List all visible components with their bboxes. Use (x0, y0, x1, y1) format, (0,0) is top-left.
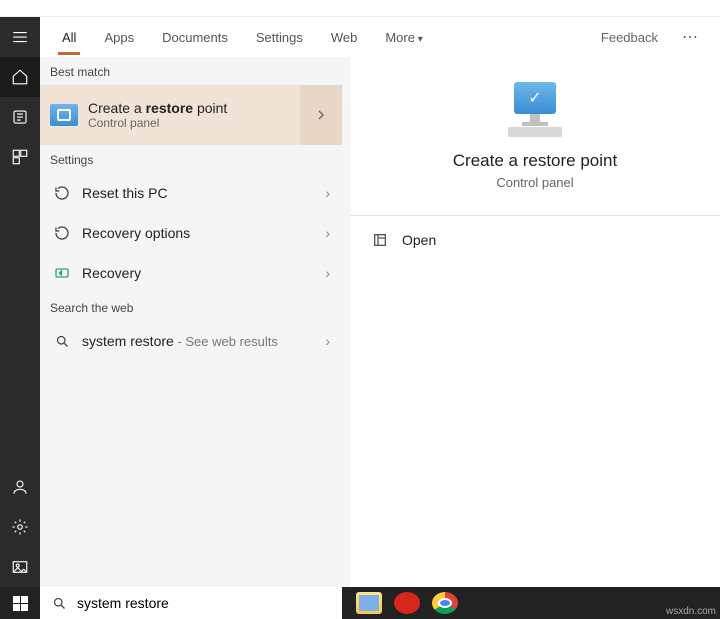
open-action[interactable]: Open (350, 216, 720, 264)
windows-logo-icon (13, 596, 28, 611)
browser-top-strip (0, 0, 720, 17)
chevron-right-icon: › (325, 265, 330, 281)
start-button[interactable] (0, 587, 40, 619)
preview-subtitle: Control panel (496, 175, 573, 190)
search-panel: All Apps Documents Settings Web More Fee… (0, 17, 720, 587)
result-recovery[interactable]: Recovery › (40, 253, 342, 293)
best-match-row: Create a restore point Control panel (40, 85, 342, 145)
recovery-icon (52, 265, 72, 281)
more-options-icon[interactable]: ⋯ (678, 27, 702, 47)
history-icon (52, 185, 72, 201)
preview-title: Create a restore point (453, 151, 617, 171)
left-rail (0, 17, 40, 587)
history-icon (52, 225, 72, 241)
expand-arrow-icon[interactable] (300, 85, 342, 145)
open-label: Open (402, 232, 436, 248)
best-match-item[interactable]: Create a restore point Control panel (40, 100, 300, 130)
result-label: system restore - See web results (82, 333, 278, 349)
result-label: Reset this PC (82, 185, 168, 201)
result-label: Recovery options (82, 225, 190, 241)
best-match-title: Create a restore point (88, 100, 227, 116)
content-area: All Apps Documents Settings Web More Fee… (40, 17, 720, 587)
tab-documents[interactable]: Documents (158, 20, 232, 55)
taskbar-search[interactable] (40, 587, 342, 619)
account-icon[interactable] (0, 467, 40, 507)
tab-settings[interactable]: Settings (252, 20, 307, 55)
chrome-taskbar-icon[interactable] (432, 592, 458, 614)
picture-icon[interactable] (0, 547, 40, 587)
taskbar (0, 587, 720, 619)
tab-more[interactable]: More (381, 20, 426, 55)
filter-tabs: All Apps Documents Settings Web More Fee… (40, 17, 720, 57)
result-label: Recovery (82, 265, 141, 281)
feedback-link[interactable]: Feedback (601, 30, 658, 45)
list-icon[interactable] (0, 97, 40, 137)
file-explorer-taskbar-icon[interactable] (356, 592, 382, 614)
tab-apps[interactable]: Apps (100, 20, 138, 55)
open-icon (372, 232, 388, 248)
section-search-web: Search the web (40, 293, 342, 321)
results-list: Best match Create a restore point Contro… (40, 57, 342, 587)
system-properties-icon (50, 104, 78, 126)
section-best-match: Best match (40, 57, 342, 85)
search-icon (52, 334, 72, 349)
chevron-right-icon: › (325, 333, 330, 349)
section-settings: Settings (40, 145, 342, 173)
result-reset-pc[interactable]: Reset this PC › (40, 173, 342, 213)
home-icon[interactable] (0, 57, 40, 97)
opera-taskbar-icon[interactable] (394, 592, 420, 614)
preview-pane: Create a restore point Control panel Ope… (342, 57, 720, 587)
search-input[interactable] (77, 595, 330, 611)
best-match-subtitle: Control panel (88, 116, 227, 130)
result-web-search[interactable]: system restore - See web results › (40, 321, 342, 361)
hamburger-icon[interactable] (0, 17, 40, 57)
gear-icon[interactable] (0, 507, 40, 547)
chevron-right-icon: › (325, 225, 330, 241)
system-properties-large-icon (500, 82, 570, 137)
search-icon (52, 596, 67, 611)
tab-web[interactable]: Web (327, 20, 362, 55)
apps-rail-icon[interactable] (0, 137, 40, 177)
watermark: wsxdn.com (666, 606, 716, 617)
tab-all[interactable]: All (58, 20, 80, 55)
result-recovery-options[interactable]: Recovery options › (40, 213, 342, 253)
chevron-right-icon: › (325, 185, 330, 201)
